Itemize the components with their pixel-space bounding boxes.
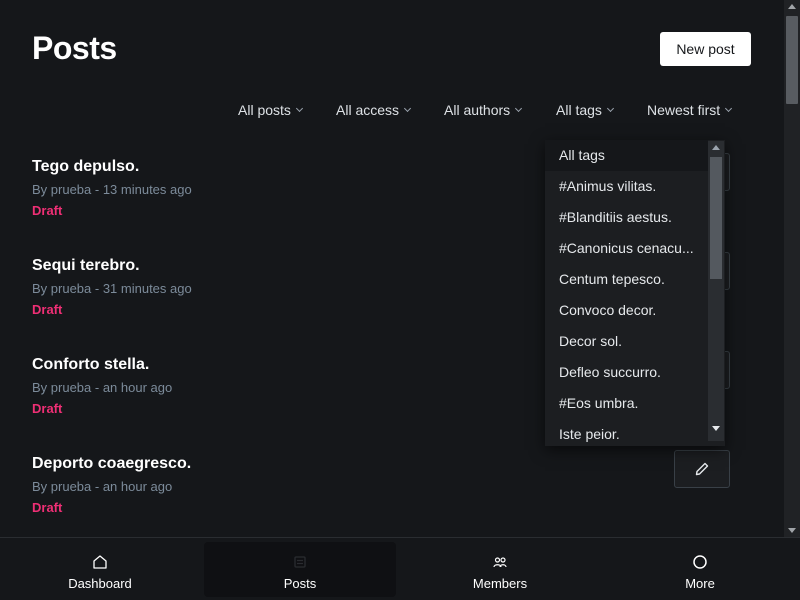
- nav-label-dashboard: Dashboard: [68, 576, 132, 591]
- pencil-icon: [695, 462, 709, 476]
- post-title[interactable]: Tego depulso.: [32, 158, 139, 176]
- filter-authors-label: All authors: [444, 102, 511, 118]
- edit-post-button[interactable]: [674, 450, 730, 488]
- chevron-down-icon: [725, 104, 733, 113]
- page-scrollbar[interactable]: [784, 0, 800, 537]
- home-icon: [93, 555, 107, 569]
- filter-post-type[interactable]: All posts: [238, 102, 303, 118]
- bottom-nav: Dashboard Posts Members More: [0, 537, 800, 600]
- post-meta: By prueba - 31 minutes ago: [32, 281, 192, 296]
- scroll-up-arrow-icon[interactable]: [788, 4, 796, 9]
- tag-option[interactable]: Convoco decor.: [545, 295, 708, 326]
- tag-option[interactable]: #Blanditiis aestus.: [545, 202, 708, 233]
- chevron-down-icon: [295, 104, 303, 113]
- nav-label-more: More: [685, 576, 715, 591]
- filter-sort[interactable]: Newest first: [647, 102, 733, 118]
- tag-option[interactable]: Centum tepesco.: [545, 264, 708, 295]
- chevron-down-icon: [515, 104, 523, 113]
- post-row[interactable]: Deporto coaegresco. By prueba - an hour …: [32, 437, 732, 527]
- nav-label-members: Members: [472, 576, 528, 591]
- tag-option[interactable]: Iste peior.: [545, 419, 708, 446]
- post-title[interactable]: Conforto stella.: [32, 356, 149, 374]
- nav-item-members[interactable]: Members: [404, 542, 596, 597]
- post-status: Draft: [32, 302, 63, 317]
- more-icon: [693, 555, 707, 569]
- filter-post-type-label: All posts: [238, 102, 291, 118]
- dropdown-scrollbar[interactable]: [708, 141, 724, 441]
- tag-option[interactable]: #Animus vilitas.: [545, 171, 708, 202]
- nav-label-posts: Posts: [283, 576, 317, 591]
- tag-option[interactable]: #Eos umbra.: [545, 388, 708, 419]
- scroll-up-arrow-icon[interactable]: [712, 145, 720, 150]
- posts-icon: [294, 556, 306, 568]
- post-title[interactable]: Sequi terebro.: [32, 257, 140, 275]
- dropdown-scrollbar-thumb[interactable]: [710, 157, 722, 279]
- tags-option-list: All tags #Animus vilitas. #Blanditiis ae…: [545, 140, 708, 446]
- chevron-down-icon: [403, 104, 412, 113]
- post-status: Draft: [32, 203, 63, 218]
- tags-dropdown-menu: All tags #Animus vilitas. #Blanditiis ae…: [545, 140, 725, 446]
- post-status: Draft: [32, 401, 63, 416]
- filter-sort-label: Newest first: [647, 102, 721, 118]
- tag-option[interactable]: #Canonicus cenacu...: [545, 233, 708, 264]
- post-meta: By prueba - 13 minutes ago: [32, 182, 192, 197]
- filter-access[interactable]: All access: [336, 102, 412, 118]
- nav-item-more[interactable]: More: [604, 542, 796, 597]
- post-meta: By prueba - an hour ago: [32, 479, 173, 494]
- filter-authors[interactable]: All authors: [444, 102, 523, 118]
- tag-option[interactable]: All tags: [545, 140, 708, 171]
- filter-tags-label: All tags: [556, 102, 602, 118]
- filter-bar: All posts All access All authors All tag…: [0, 102, 784, 122]
- post-status: Draft: [32, 500, 63, 515]
- filter-access-label: All access: [336, 102, 400, 118]
- tag-option[interactable]: Decor sol.: [545, 326, 708, 357]
- scroll-down-arrow-icon[interactable]: [712, 426, 720, 431]
- page-title: Posts: [32, 30, 117, 66]
- nav-item-dashboard[interactable]: Dashboard: [4, 542, 196, 597]
- post-title[interactable]: Deporto coaegresco.: [32, 455, 191, 473]
- filter-tags[interactable]: All tags: [556, 102, 614, 118]
- chevron-down-icon: [606, 104, 614, 113]
- nav-item-posts[interactable]: Posts: [204, 542, 396, 597]
- tag-option[interactable]: Defleo succurro.: [545, 357, 708, 388]
- new-post-button[interactable]: New post: [660, 32, 751, 66]
- page-scrollbar-thumb[interactable]: [786, 16, 798, 104]
- members-icon: [493, 557, 507, 568]
- post-meta: By prueba - an hour ago: [32, 380, 173, 395]
- scroll-down-arrow-icon[interactable]: [788, 528, 796, 533]
